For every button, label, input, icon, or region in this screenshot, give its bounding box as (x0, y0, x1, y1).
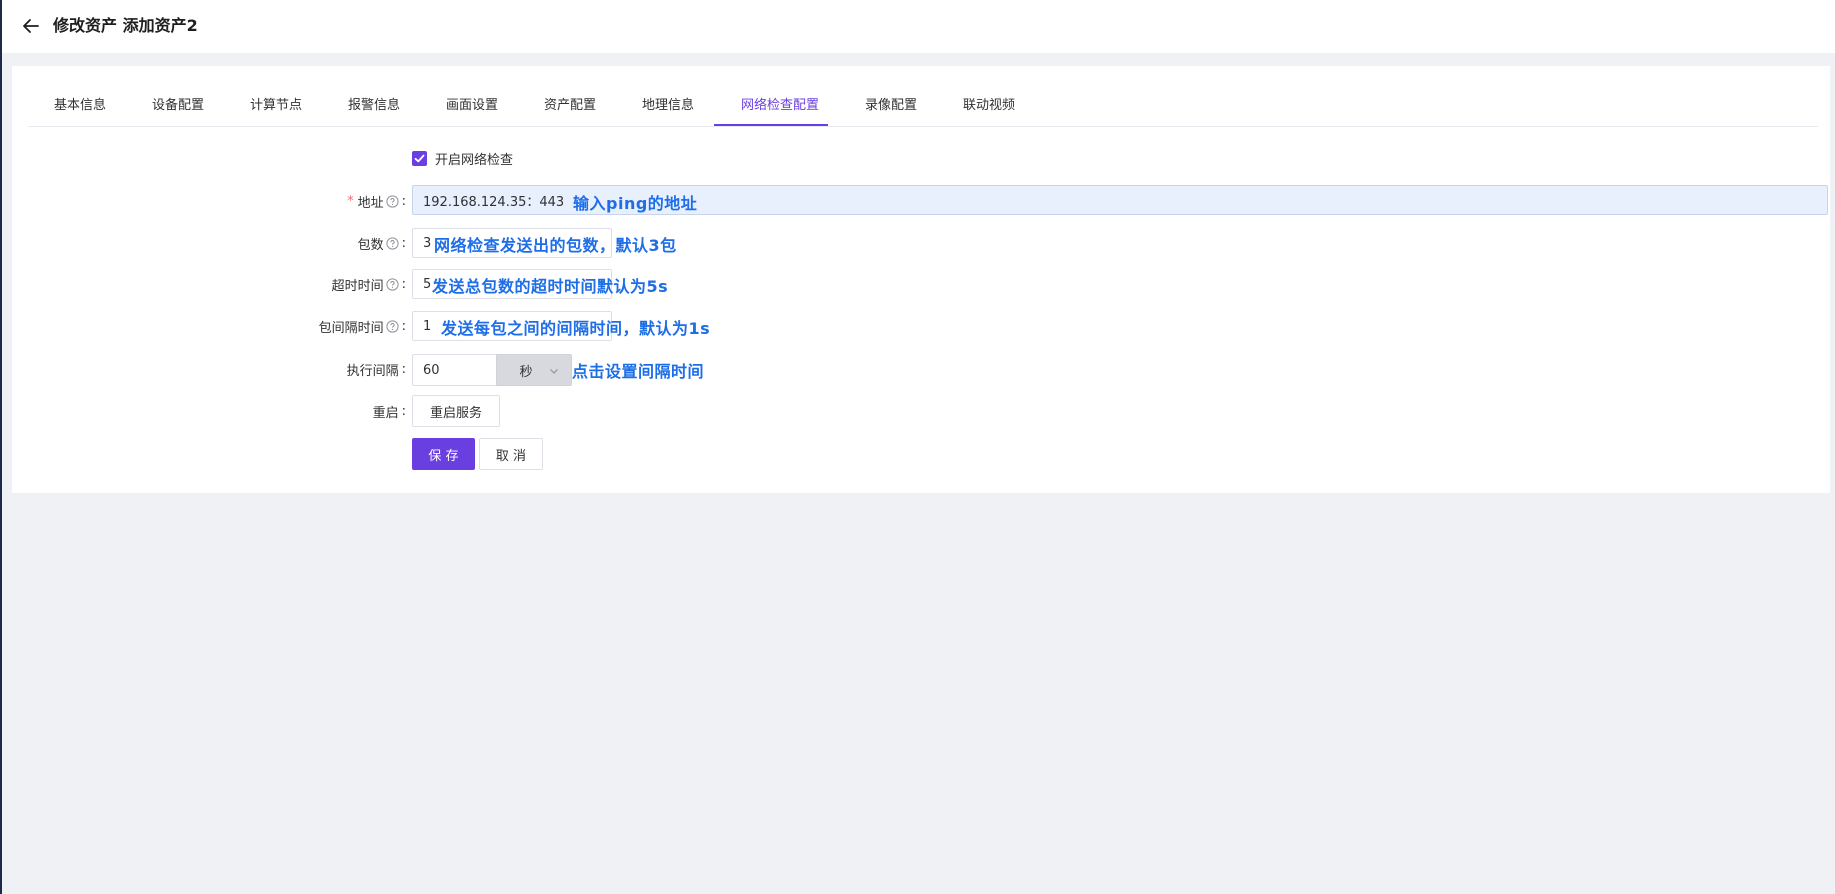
packets-label: 包数 (357, 237, 384, 253)
page-header: 修改资产 添加资产2 (2, 0, 1835, 53)
address-label: 地址 (357, 195, 384, 211)
timeout-annotation: 发送总包数的超时时间默认为5s (432, 277, 669, 296)
tab-device-config[interactable]: 设备配置 (152, 94, 204, 113)
restart-service-button[interactable]: 重启服务 (412, 395, 500, 427)
page-title: 修改资产 添加资产2 (53, 16, 198, 35)
address-input-value: 192.168.124.35：443 (423, 194, 565, 210)
question-circle-icon[interactable] (386, 236, 399, 250)
packets-input-value: 3 (423, 235, 432, 251)
question-circle-icon[interactable] (386, 319, 399, 333)
tab-alarm-info[interactable]: 报警信息 (348, 94, 400, 113)
checkbox-checked-icon[interactable] (412, 151, 427, 166)
restart-label: 重启 (372, 405, 399, 421)
tab-recording-config[interactable]: 录像配置 (865, 94, 917, 113)
question-circle-icon[interactable] (386, 194, 399, 208)
tab-network-check-config[interactable]: 网络检查配置 (741, 94, 819, 113)
exec-interval-input-value: 60 (423, 362, 440, 378)
exec-interval-label-row: 执行间隔 : (347, 354, 406, 384)
tab-linked-video[interactable]: 联动视频 (963, 94, 1015, 113)
packets-annotation: 网络检查发送出的包数，默认3包 (434, 236, 677, 255)
colon: : (401, 235, 406, 251)
active-tab-indicator (714, 124, 828, 126)
timeout-label: 超时时间 (331, 278, 384, 294)
tab-compute-node[interactable]: 计算节点 (250, 94, 302, 113)
question-circle-icon[interactable] (386, 277, 399, 291)
exec-interval-annotation: 点击设置间隔时间 (572, 362, 705, 381)
tab-geo-info[interactable]: 地理信息 (642, 94, 694, 113)
tab-bar: 基本信息 设备配置 计算节点 报警信息 画面设置 资产配置 地理信息 网络检查配… (28, 66, 1818, 127)
tab-basic-info[interactable]: 基本信息 (54, 94, 106, 113)
enable-network-check-label: 开启网络检查 (435, 153, 514, 168)
exec-interval-unit-select[interactable]: 秒 (496, 354, 572, 386)
restart-label-row: 重启 : (373, 396, 406, 426)
packets-label-row: 包数 : (358, 228, 406, 258)
timeout-label-row: 超时时间 : (332, 269, 406, 299)
colon: : (401, 318, 406, 334)
address-annotation: 输入ping的地址 (573, 194, 698, 213)
cancel-button[interactable]: 取 消 (479, 438, 543, 470)
exec-interval-field: 60 秒 (412, 354, 572, 386)
timeout-input-value: 5 (423, 276, 432, 292)
packet-interval-input-value: 1 (423, 318, 432, 334)
colon: : (401, 403, 406, 419)
packet-interval-annotation: 发送每包之间的间隔时间，默认为1s (441, 319, 711, 338)
packet-interval-label-row: 包间隔时间 : (319, 311, 406, 341)
exec-interval-unit-value: 秒 (519, 364, 533, 380)
window-left-border (0, 0, 2, 894)
enable-network-check-checkbox[interactable]: 开启网络检查 (412, 149, 513, 168)
colon: : (401, 193, 406, 209)
chevron-down-icon (550, 369, 558, 374)
arrow-left-icon[interactable] (20, 15, 42, 37)
exec-interval-input[interactable]: 60 (412, 354, 496, 386)
colon: : (401, 276, 406, 292)
packet-interval-label: 包间隔时间 (318, 320, 384, 336)
exec-interval-label: 执行间隔 (346, 363, 399, 379)
tab-screen-settings[interactable]: 画面设置 (446, 94, 498, 113)
colon: : (401, 361, 406, 377)
tab-asset-config[interactable]: 资产配置 (544, 94, 596, 113)
save-button[interactable]: 保 存 (412, 438, 475, 470)
form-card: 基本信息 设备配置 计算节点 报警信息 画面设置 资产配置 地理信息 网络检查配… (12, 66, 1830, 493)
address-label-row: * 地址 : (347, 186, 406, 216)
required-asterisk: * (347, 193, 354, 209)
